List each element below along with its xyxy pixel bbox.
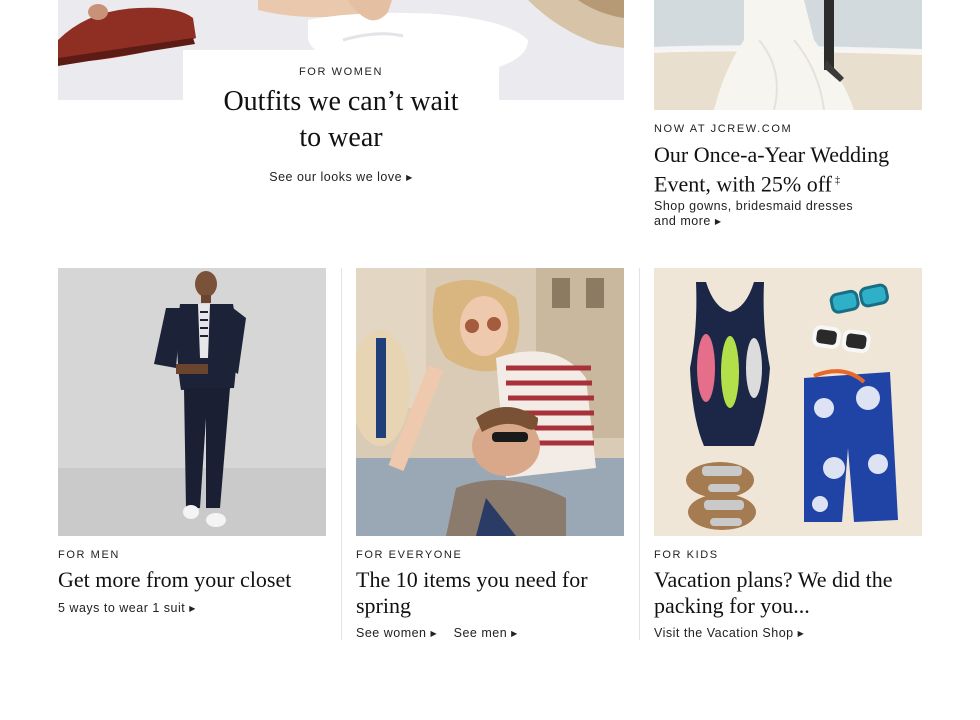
arrow-right-icon: ▶ [511,629,518,638]
arrow-right-icon: ▶ [797,629,805,638]
see-men-link[interactable]: See men ▶ [454,626,518,640]
shop-gowns-link-line2: and more [654,214,711,228]
everyone-headline[interactable]: The 10 items you need for spring [356,567,636,619]
ways-to-wear-suit-label: 5 ways to wear 1 suit [58,601,186,615]
shop-gowns-link-line1: Shop gowns, bridesmaid dresses [654,199,854,213]
ways-to-wear-suit-link[interactable]: 5 ways to wear 1 suit ▶ [58,601,196,615]
arrow-right-icon: ▶ [189,604,196,613]
column-divider [639,268,640,640]
wedding-gown-photo [654,0,922,110]
wedding-event-image[interactable] [654,0,922,110]
vacation-shop-link[interactable]: Visit the Vacation Shop ▶ [654,626,804,640]
see-women-label: See women [356,626,427,640]
men-eyebrow: FOR MEN [58,549,120,561]
arrow-right-icon: ▶ [714,217,722,226]
men-headline[interactable]: Get more from your closet [58,567,338,593]
wedding-headline[interactable]: Our Once-a-Year Wedding Event, with 25% … [654,142,954,197]
women-outfits-headline-line2: to wear [299,122,383,153]
men-headline-line1: Get more from your closet [58,567,292,592]
kids-headline-line1: Vacation plans? We did the [654,567,893,592]
wedding-headline-line2: Event, with 25% off [654,171,833,197]
vacation-shop-label: Visit the Vacation Shop [654,626,794,640]
everyone-headline-line1: The 10 items you need for [356,567,588,592]
see-women-link[interactable]: See women ▶ [356,626,437,640]
kids-vacation-flatlay-photo [654,268,922,536]
man-in-suit-photo [58,268,326,536]
kids-eyebrow: FOR KIDS [654,549,719,561]
women-outfits-headline-line1: Outfits we can’t wait [223,86,459,117]
women-outfits-headline[interactable]: Outfits we can’t wait to wear [183,84,499,156]
kids-headline[interactable]: Vacation plans? We did the packing for y… [654,567,944,619]
everyone-eyebrow: FOR EVERYONE [356,549,463,561]
kids-vacation-image[interactable] [654,268,922,536]
everyone-spring-image[interactable] [356,268,624,536]
couple-photo [356,268,624,536]
women-outfits-card: FOR WOMEN Outfits we can’t wait to wear … [183,50,499,190]
see-looks-link[interactable]: See our looks we love ▶ [269,170,412,184]
see-looks-link-label: See our looks we love [269,170,403,184]
arrow-right-icon: ▶ [430,629,438,638]
men-suit-image[interactable] [58,268,326,536]
wedding-eyebrow: NOW AT JCREW.COM [654,123,793,135]
footnote-mark: ‡ [835,175,841,186]
shop-gowns-link[interactable]: Shop gowns, bridesmaid dresses and more ▶ [654,199,914,230]
kids-headline-line2: packing for you... [654,593,810,618]
women-outfits-eyebrow: FOR WOMEN [298,66,384,78]
see-men-label: See men [453,626,508,640]
everyone-headline-line2: spring [356,593,411,618]
wedding-headline-line1: Our Once-a-Year Wedding [654,142,890,167]
arrow-right-icon: ▶ [406,173,413,182]
column-divider [341,268,342,640]
